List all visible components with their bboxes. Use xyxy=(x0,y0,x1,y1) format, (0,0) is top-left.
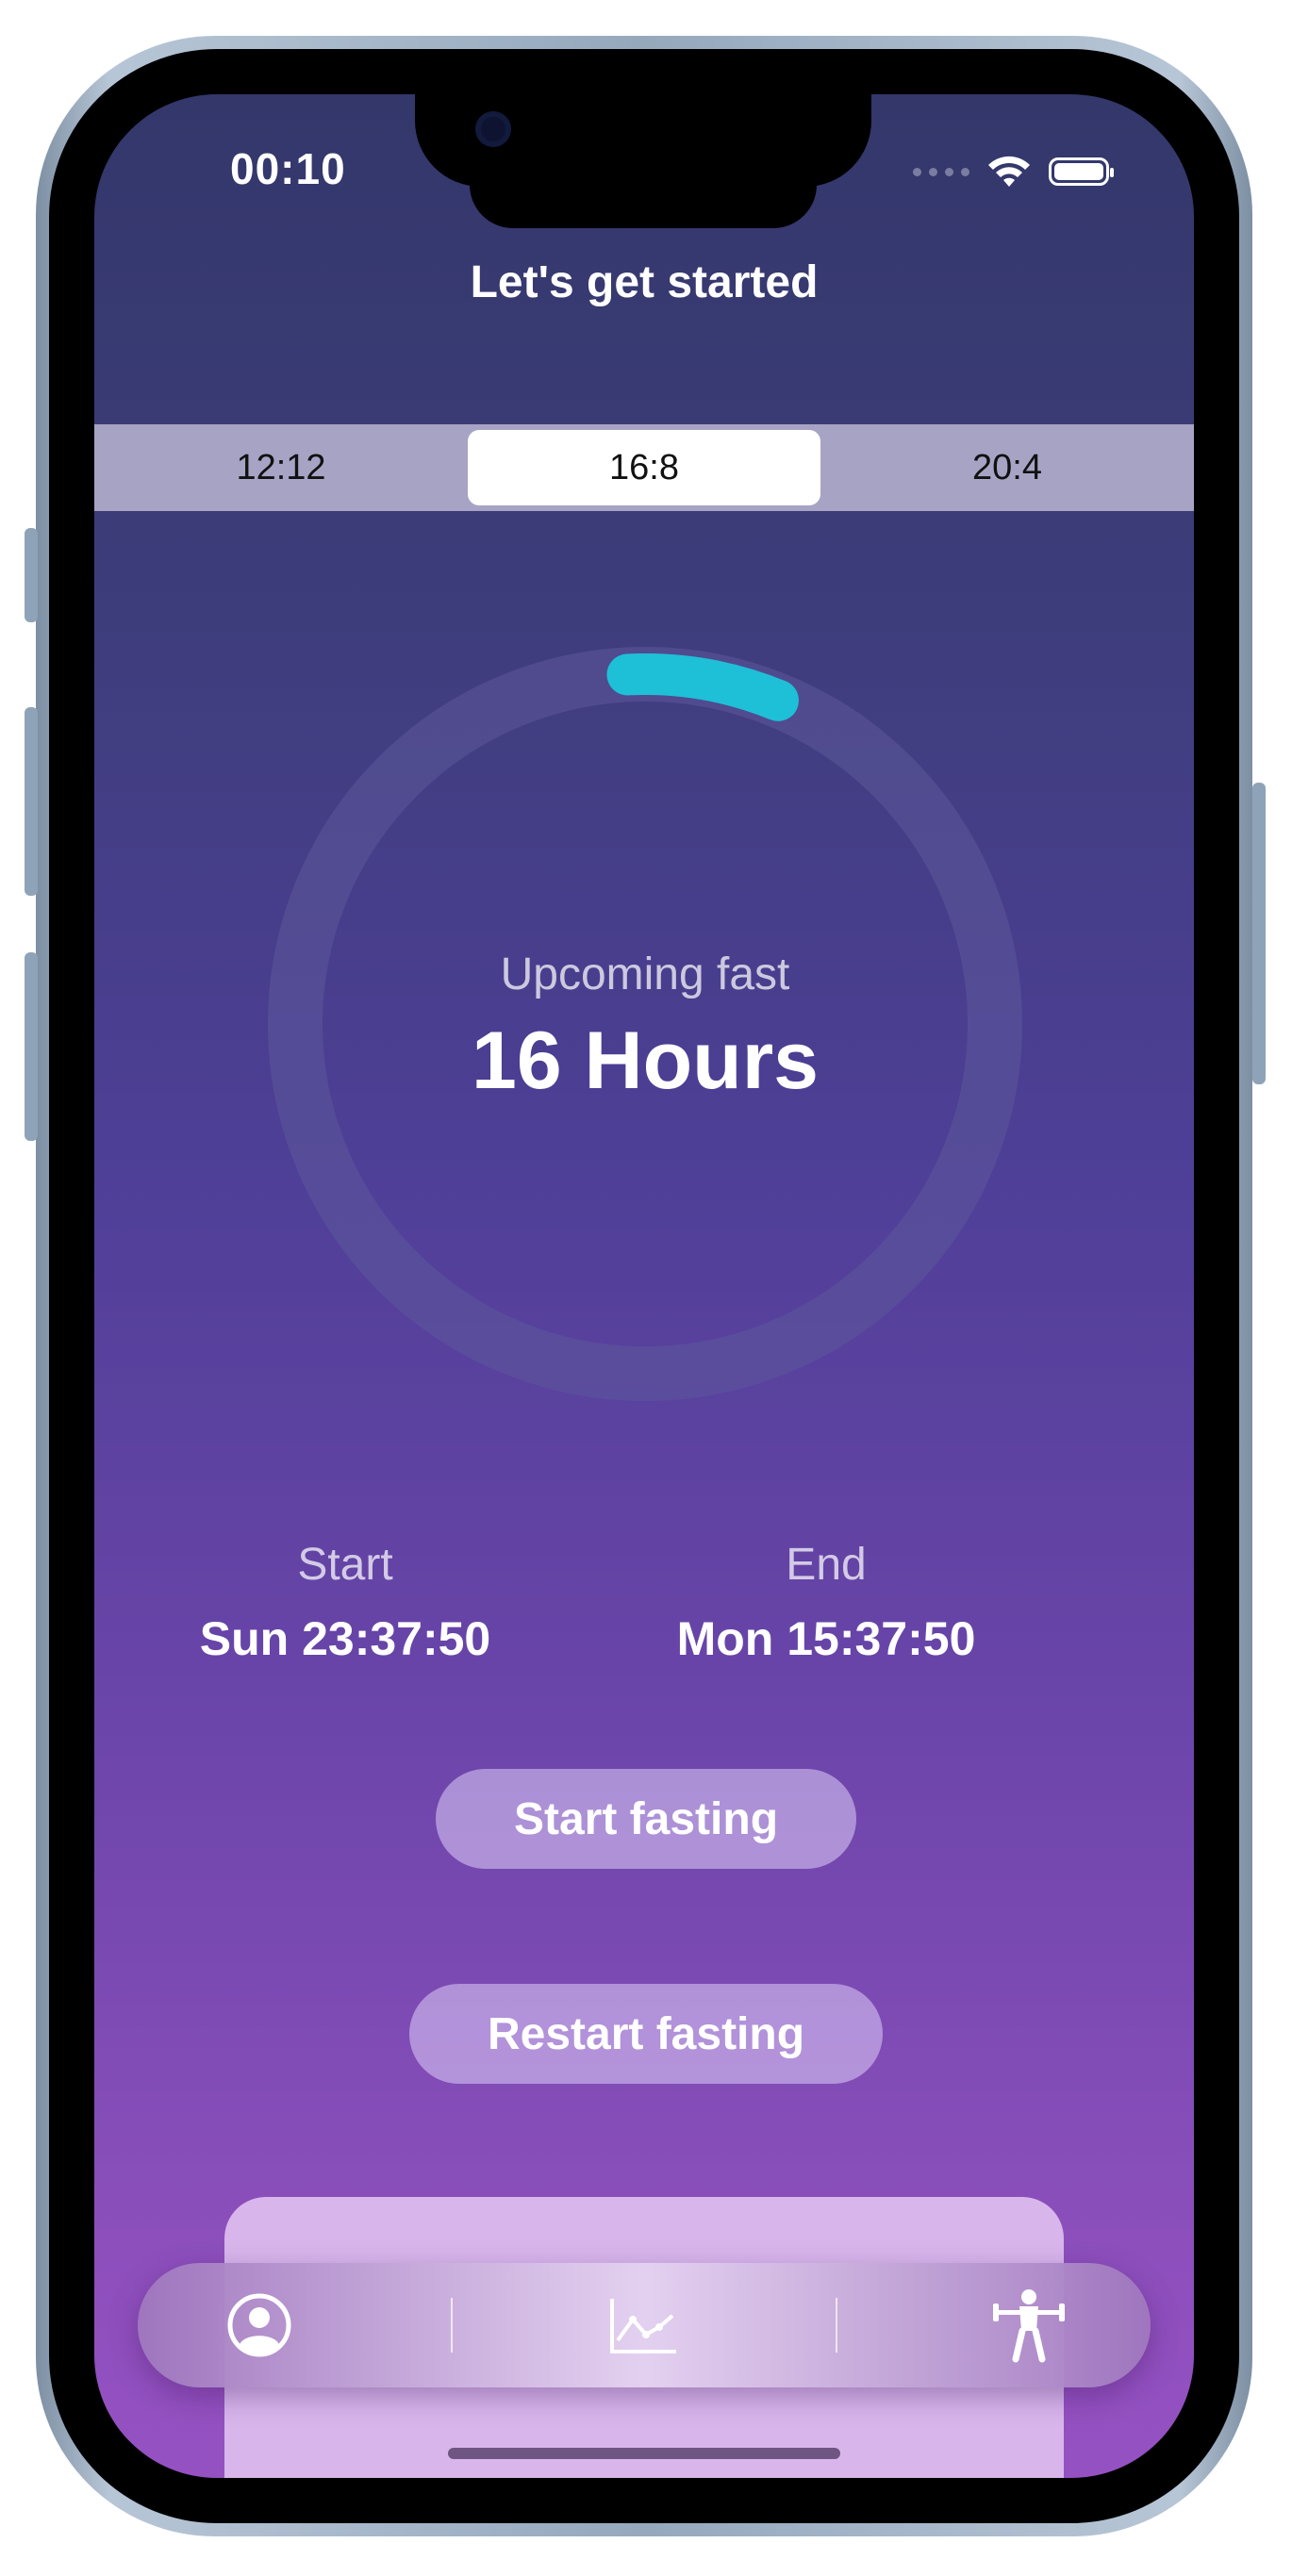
volume-up-button xyxy=(25,707,38,896)
page-title: Let's get started xyxy=(470,257,819,307)
end-value: Mon 15:37:50 xyxy=(676,1612,976,1665)
upcoming-fast-label: Upcoming fast xyxy=(500,949,790,999)
cellular-signal-icon xyxy=(913,167,969,176)
tab-divider xyxy=(836,2298,837,2353)
start-label: Start xyxy=(297,1540,393,1590)
tab-divider xyxy=(451,2298,453,2353)
mute-switch xyxy=(25,528,38,622)
wifi-icon xyxy=(988,156,1030,187)
restart-fasting-button[interactable]: Restart fasting xyxy=(409,1984,883,2084)
status-icons xyxy=(913,155,1114,189)
tab-workout[interactable] xyxy=(977,2273,1081,2377)
tab-bar xyxy=(138,2263,1151,2387)
profile-icon xyxy=(227,2293,291,2357)
plan-option-12-12[interactable]: 12:12 xyxy=(94,424,468,511)
plan-option-20-4[interactable]: 20:4 xyxy=(820,424,1194,511)
tab-stats[interactable] xyxy=(592,2273,696,2377)
workout-icon xyxy=(993,2289,1065,2363)
chart-icon xyxy=(610,2299,676,2353)
notch-lower xyxy=(470,151,817,228)
fast-duration: 16 Hours xyxy=(471,1016,820,1106)
plan-option-16-8[interactable]: 16:8 xyxy=(468,430,820,505)
plan-selector: 12:12 16:8 20:4 xyxy=(94,424,1194,511)
status-time: 00:10 xyxy=(230,144,346,193)
home-indicator xyxy=(448,2448,840,2459)
tab-profile[interactable] xyxy=(207,2273,311,2377)
start-fasting-button[interactable]: Start fasting xyxy=(436,1769,856,1869)
camera xyxy=(475,111,511,147)
power-button xyxy=(1252,783,1266,1084)
end-label: End xyxy=(786,1540,867,1590)
volume-down-button xyxy=(25,952,38,1141)
start-block: Start Sun 23:37:50 xyxy=(147,1539,543,1666)
fast-progress-ring: Upcoming fast 16 Hours xyxy=(266,645,1024,1403)
start-value: Sun 23:37:50 xyxy=(199,1612,491,1665)
battery-icon xyxy=(1049,157,1114,186)
end-block: End Mon 15:37:50 xyxy=(628,1539,1024,1666)
app-screen: 00:10 Let's get started 12:12 16:8 20:4 … xyxy=(94,94,1194,2478)
